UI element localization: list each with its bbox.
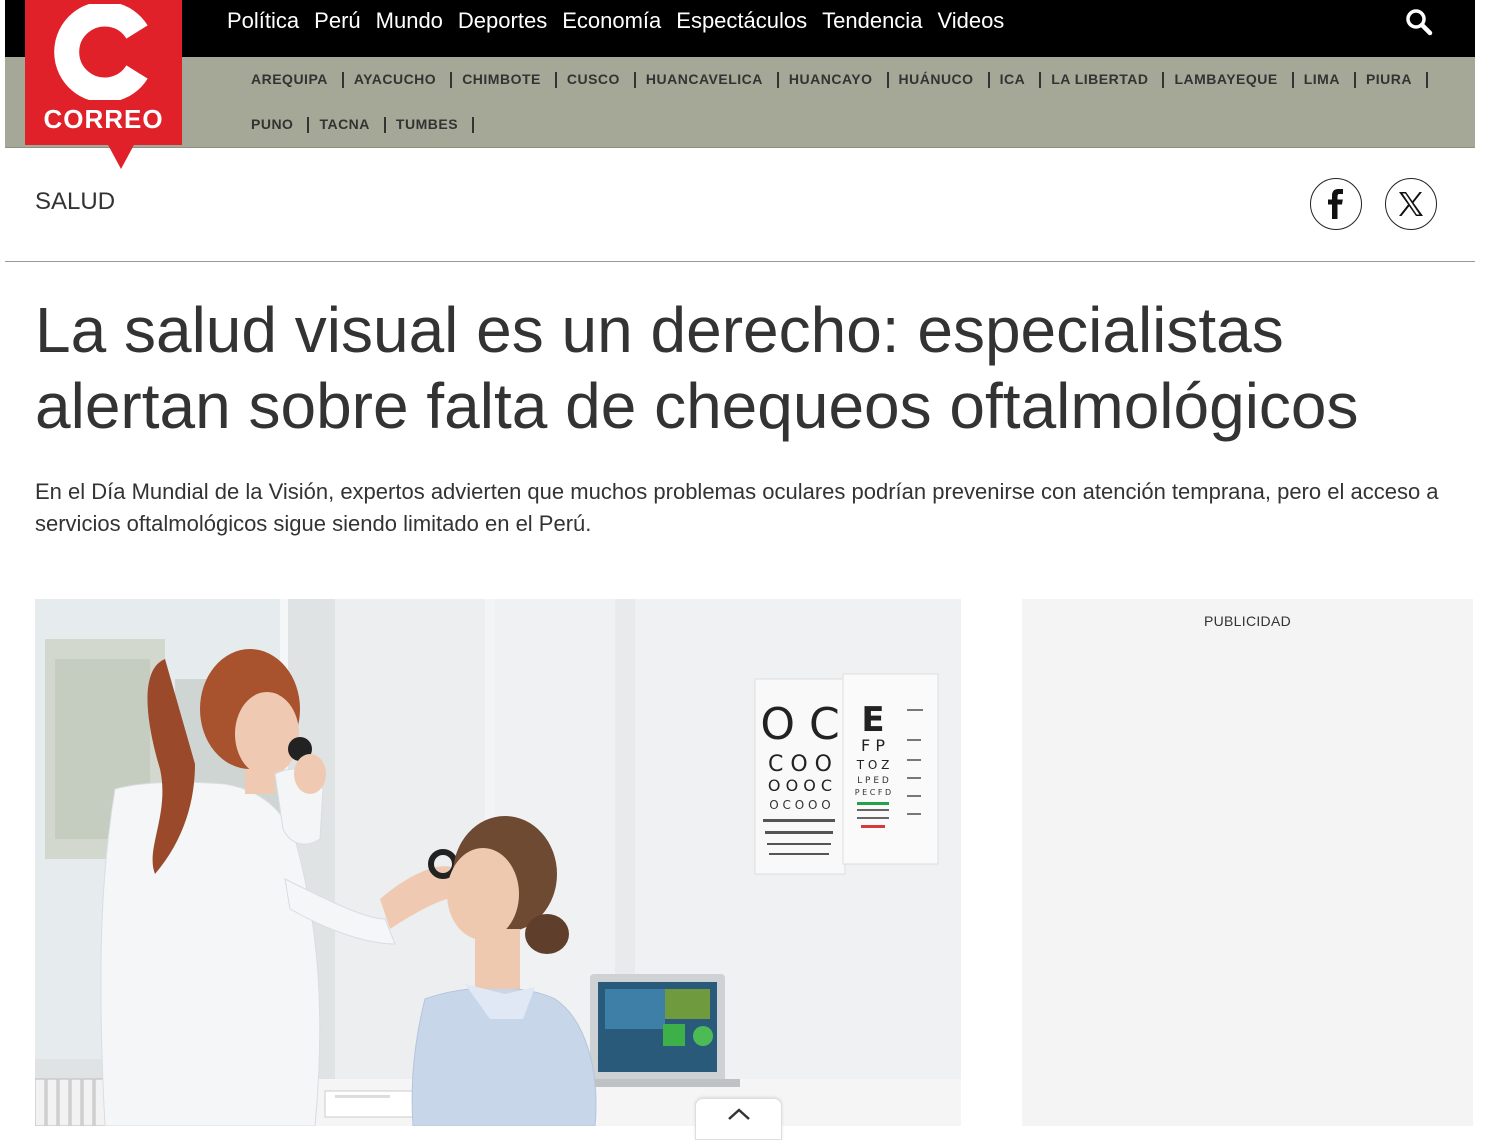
region-item-lambayeque[interactable]: LAMBAYEQUE bbox=[1164, 57, 1295, 102]
section-divider bbox=[5, 261, 1475, 262]
eye-chart-row: L P E D bbox=[857, 776, 889, 786]
logo-c-mark bbox=[54, 4, 148, 100]
nav-item-videos[interactable]: Videos bbox=[933, 0, 1015, 42]
advertisement-slot: PUBLICIDAD bbox=[1022, 599, 1473, 1126]
region-item-chimbote[interactable]: CHIMBOTE bbox=[452, 57, 557, 102]
eye-exam-illustration: O C C O O O O O C O C O O O E F P T O Z … bbox=[35, 599, 961, 1126]
share-x-button[interactable] bbox=[1385, 178, 1437, 230]
region-item-cusco[interactable]: CUSCO bbox=[557, 57, 636, 102]
logo-wordmark: CORREO bbox=[43, 104, 164, 134]
scroll-to-top-button[interactable] bbox=[695, 1098, 782, 1140]
eye-chart-row: E bbox=[861, 700, 884, 740]
region-item-huanuco[interactable]: HUÁNUCO bbox=[889, 57, 990, 102]
chevron-up-icon bbox=[727, 1108, 750, 1120]
logo-tail bbox=[107, 143, 135, 169]
region-list: AREQUIPA AYACUCHO CHIMBOTE CUSCO HUANCAV… bbox=[241, 57, 1441, 147]
nav-item-economia[interactable]: Economía bbox=[558, 0, 672, 42]
section-label[interactable]: SALUD bbox=[35, 188, 115, 216]
region-item-piura[interactable]: PIURA bbox=[1356, 57, 1429, 102]
region-navigation-bar: AREQUIPA AYACUCHO CHIMBOTE CUSCO HUANCAV… bbox=[5, 57, 1475, 148]
x-icon bbox=[1399, 192, 1423, 216]
ad-label: PUBLICIDAD bbox=[1203, 613, 1292, 629]
region-item-puno[interactable]: PUNO bbox=[241, 102, 310, 147]
region-item-lima[interactable]: LIMA bbox=[1294, 57, 1357, 102]
region-item-huancavelica[interactable]: HUANCAVELICA bbox=[636, 57, 779, 102]
share-facebook-button[interactable] bbox=[1310, 178, 1362, 230]
eye-chart-row: C O O bbox=[768, 752, 832, 777]
nav-item-politica[interactable]: Política bbox=[223, 0, 310, 42]
article-lede: En el Día Mundial de la Visión, expertos… bbox=[35, 479, 1439, 536]
region-item-ica[interactable]: ICA bbox=[990, 57, 1042, 102]
search-button[interactable] bbox=[1403, 6, 1435, 38]
nav-item-tendencia[interactable]: Tendencia bbox=[818, 0, 933, 42]
nav-item-mundo[interactable]: Mundo bbox=[372, 0, 454, 42]
eye-chart-row: T O Z bbox=[856, 758, 890, 772]
article-main-image[interactable]: O C C O O O O O C O C O O O E F P T O Z … bbox=[35, 599, 961, 1126]
nav-item-deportes[interactable]: Deportes bbox=[454, 0, 558, 42]
nav-item-peru[interactable]: Perú bbox=[310, 0, 371, 42]
eye-chart-row: O C bbox=[760, 699, 839, 750]
correo-logo[interactable]: CORREO bbox=[25, 0, 182, 145]
region-item-tacna[interactable]: TACNA bbox=[309, 102, 387, 147]
search-icon bbox=[1406, 9, 1433, 36]
eye-chart-row: P E C F D bbox=[855, 788, 891, 797]
region-item-ayacucho[interactable]: AYACUCHO bbox=[344, 57, 453, 102]
article-headline: La salud visual es un derecho: especiali… bbox=[35, 294, 1359, 442]
eye-chart-row: O O O C bbox=[768, 776, 832, 795]
region-item-arequipa[interactable]: AREQUIPA bbox=[241, 57, 344, 102]
eye-chart-row: F P bbox=[861, 736, 885, 755]
top-navigation-bar: Política Perú Mundo Deportes Economía Es… bbox=[5, 0, 1475, 57]
region-item-la-libertad[interactable]: LA LIBERTAD bbox=[1041, 57, 1165, 102]
eye-chart-row: O C O O O bbox=[769, 798, 830, 812]
main-nav: Política Perú Mundo Deportes Economía Es… bbox=[223, 0, 1015, 42]
region-item-tumbes[interactable]: TUMBES bbox=[386, 102, 475, 147]
nav-item-espectaculos[interactable]: Espectáculos bbox=[672, 0, 818, 42]
region-item-huancayo[interactable]: HUANCAYO bbox=[779, 57, 889, 102]
facebook-icon bbox=[1328, 189, 1343, 219]
